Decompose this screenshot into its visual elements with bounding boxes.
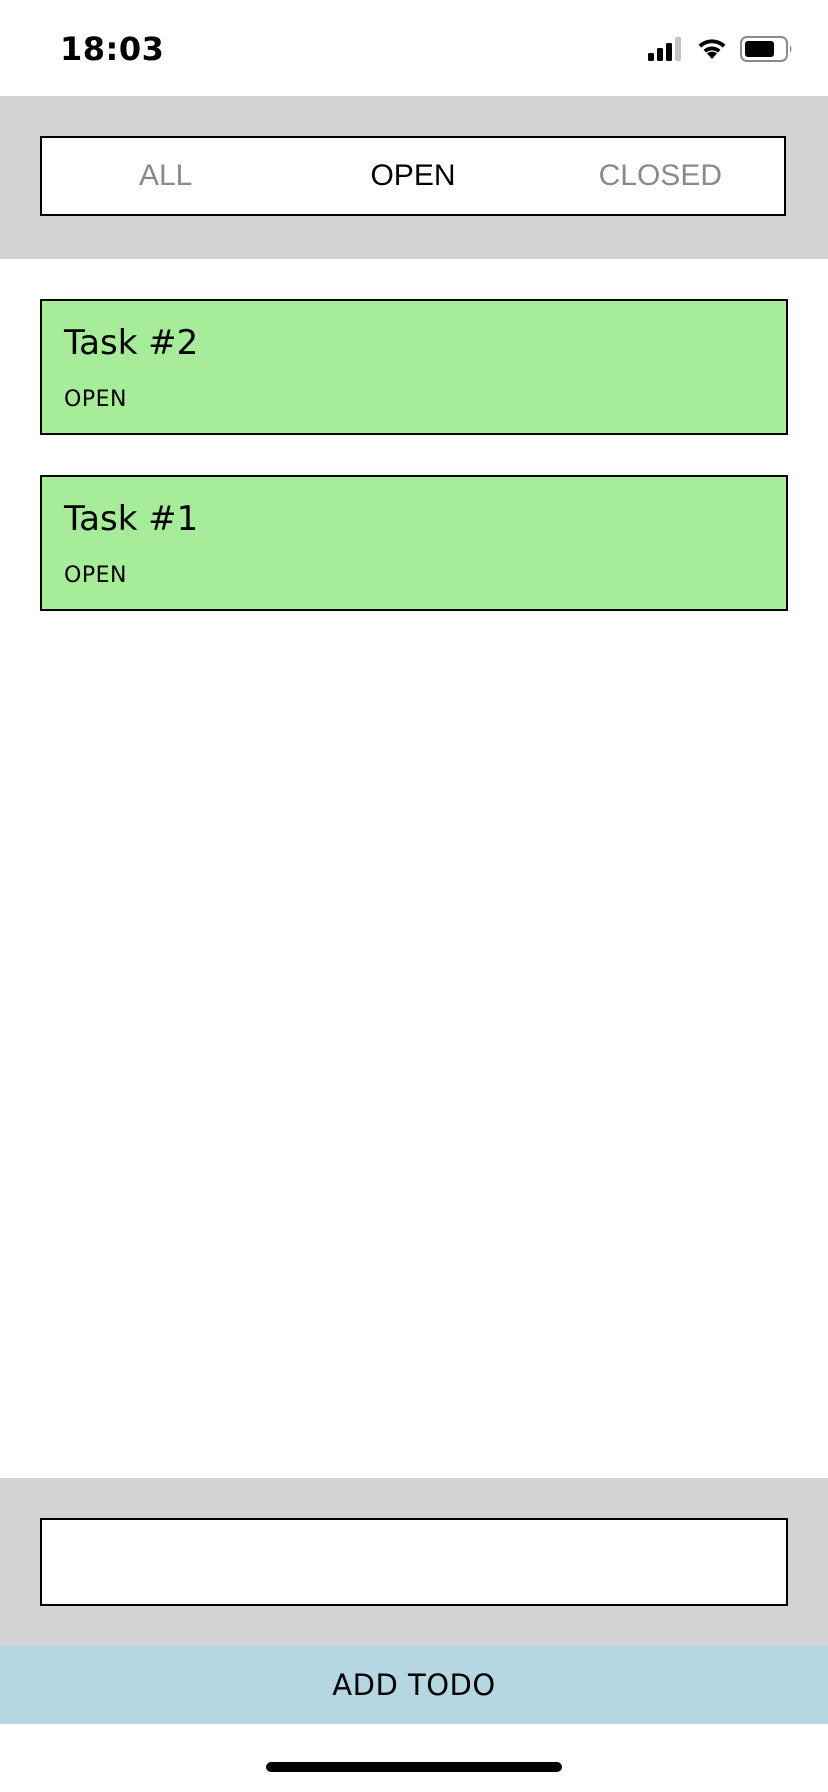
task-title: Task #2 <box>64 323 199 363</box>
task-status: OPEN <box>64 387 127 412</box>
tab-open[interactable]: OPEN <box>289 138 536 214</box>
cellular-signal-icon <box>648 37 684 66</box>
task-title: Task #1 <box>64 499 199 539</box>
battery-icon <box>740 36 794 67</box>
task-item[interactable]: Task #2 OPEN <box>40 299 788 435</box>
tab-closed[interactable]: CLOSED <box>537 138 784 214</box>
filter-segmented-control: ALL OPEN CLOSED <box>40 136 786 216</box>
wifi-icon <box>696 37 728 66</box>
status-time: 18:03 <box>60 30 165 68</box>
status-icons <box>648 36 794 67</box>
status-bar: 18:03 <box>0 0 828 96</box>
task-item[interactable]: Task #1 OPEN <box>40 475 788 611</box>
new-todo-area <box>0 1478 828 1646</box>
tab-all[interactable]: ALL <box>42 138 289 214</box>
add-todo-button[interactable]: ADD TODO <box>0 1646 828 1724</box>
task-status: OPEN <box>64 563 127 588</box>
filter-header: ALL OPEN CLOSED <box>0 96 828 259</box>
new-todo-input[interactable] <box>40 1518 788 1606</box>
home-indicator <box>266 1762 562 1772</box>
